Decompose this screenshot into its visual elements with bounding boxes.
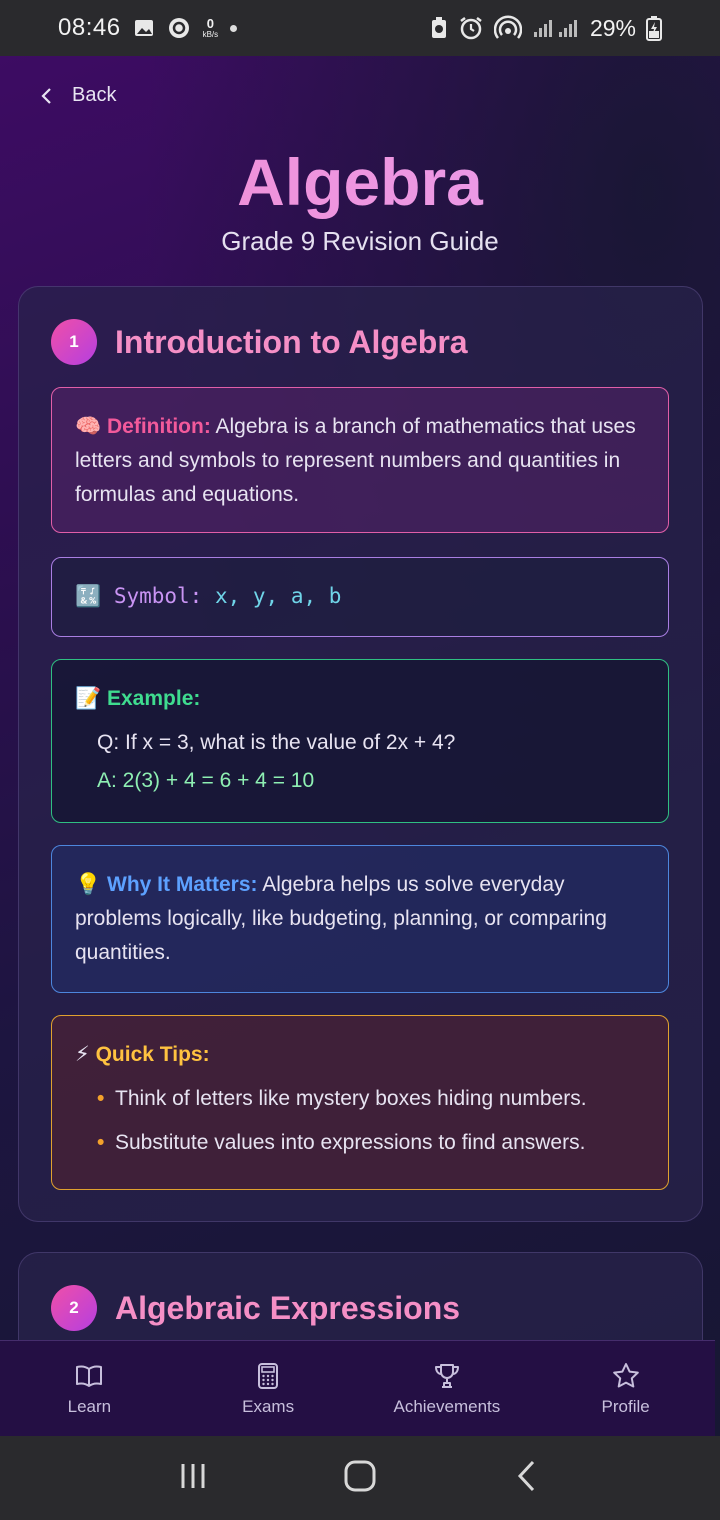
tips-label: Quick Tips: <box>95 1043 210 1066</box>
book-icon <box>76 1364 103 1387</box>
signal-icon <box>532 17 580 39</box>
recent-apps-button[interactable] <box>175 1458 211 1499</box>
example-box: 📝 Example: Q: If x = 3, what is the valu… <box>51 659 669 823</box>
section-header-2: 2 Algebraic Expressions <box>51 1285 460 1331</box>
why-label: Why It Matters: <box>107 873 258 896</box>
definition-box: 🧠 Definition: Algebra is a branch of mat… <box>51 387 669 533</box>
calculator-icon <box>258 1362 279 1389</box>
system-back-button[interactable] <box>509 1458 545 1499</box>
notification-dot-icon <box>230 24 238 32</box>
star-icon <box>612 1362 639 1387</box>
example-question: Q: If x = 3, what is the value of 2x + 4… <box>97 731 456 754</box>
list-item: Substitute values into expressions to fi… <box>75 1126 645 1160</box>
brain-icon: 🧠 <box>75 415 102 438</box>
section-header-1: 1 Introduction to Algebra <box>51 319 468 365</box>
symbol-values: x, y, a, b <box>214 584 342 608</box>
why-it-matters-box: 💡 Why It Matters: Algebra helps us solve… <box>51 845 669 993</box>
hotspot-icon <box>493 15 522 41</box>
nav-item-profile[interactable]: Profile <box>536 1341 715 1436</box>
sync-icon <box>167 16 191 40</box>
example-answer: A: 2(3) + 4 = 6 + 4 = 10 <box>97 769 315 792</box>
bottom-navigation: Learn Exams Achievements Profile <box>0 1340 715 1436</box>
section-number-badge: 1 <box>51 319 97 365</box>
home-button[interactable] <box>342 1458 378 1499</box>
symbols-icon: 🔣 <box>75 584 102 608</box>
section-card-1: 1 Introduction to Algebra 🧠 Definition: … <box>18 286 703 1222</box>
network-speed: 0 kB/s <box>202 16 219 39</box>
nav-label: Learn <box>67 1396 112 1416</box>
nav-label: Achievements <box>393 1396 501 1416</box>
chevron-left-icon <box>41 87 51 104</box>
section-title: Algebraic Expressions <box>115 1289 461 1326</box>
trophy-icon <box>434 1363 459 1388</box>
back-arrow-icon <box>517 1460 534 1491</box>
status-bar: 08:46 0 kB/s 29% <box>0 0 720 56</box>
alarm-icon <box>458 15 484 41</box>
quick-tips-box: ⚡ Quick Tips: Think of letters like myst… <box>51 1015 669 1190</box>
page-title: Algebra <box>0 144 720 220</box>
page-subtitle: Grade 9 Revision Guide <box>221 226 499 256</box>
list-item: Think of letters like mystery boxes hidi… <box>75 1082 645 1116</box>
back-button[interactable]: Back <box>38 84 116 107</box>
status-time: 08:46 <box>58 14 121 41</box>
home-icon <box>344 1460 376 1491</box>
nav-label: Profile <box>601 1396 650 1416</box>
section-title: Introduction to Algebra <box>115 323 468 360</box>
memo-icon: 📝 <box>75 687 102 710</box>
tips-list: Think of letters like mystery boxes hidi… <box>75 1082 645 1160</box>
nav-item-exams[interactable]: Exams <box>179 1341 358 1436</box>
back-label: Back <box>72 84 117 106</box>
section-number-badge: 2 <box>51 1285 97 1331</box>
battery-percent: 29% <box>589 14 636 41</box>
system-navigation-bar <box>0 1436 720 1520</box>
example-label: Example: <box>107 687 201 710</box>
symbol-box: 🔣 Symbol: x, y, a, b <box>51 557 669 637</box>
nav-label: Exams <box>242 1396 295 1416</box>
definition-label: Definition: <box>107 415 211 438</box>
lightning-icon: ⚡ <box>75 1043 90 1066</box>
symbol-label: Symbol: <box>113 584 203 608</box>
battery-charging-icon <box>646 15 662 41</box>
lightbulb-icon: 💡 <box>75 873 102 896</box>
nav-item-achievements[interactable]: Achievements <box>358 1341 537 1436</box>
recent-apps-icon <box>181 1463 205 1488</box>
gallery-icon <box>133 17 155 39</box>
app-screen: Back Algebra Grade 9 Revision Guide 1 In… <box>0 56 720 1436</box>
battery-saver-icon <box>430 16 448 40</box>
nav-item-learn[interactable]: Learn <box>0 1341 179 1436</box>
